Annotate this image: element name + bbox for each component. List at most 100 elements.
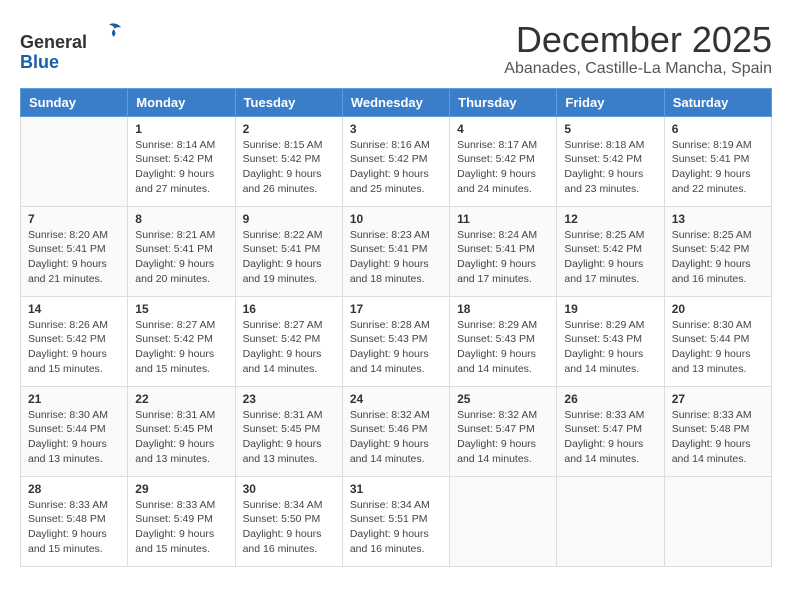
calendar-week-row: 7 Sunrise: 8:20 AM Sunset: 5:41 PM Daylig…	[21, 206, 772, 296]
calendar-week-row: 21 Sunrise: 8:30 AM Sunset: 5:44 PM Dayli…	[21, 386, 772, 476]
day-number: 3	[350, 122, 442, 136]
calendar-day-cell: 20 Sunrise: 8:30 AM Sunset: 5:44 PM Dayli…	[664, 296, 771, 386]
logo-blue: Blue	[20, 52, 59, 72]
calendar-week-row: 1Sunrise: 8:14 AM Sunset: 5:42 PM Daylig…	[21, 116, 772, 206]
day-info: Sunrise: 8:17 AM Sunset: 5:42 PM Dayligh…	[457, 138, 549, 197]
calendar-day-cell: 6 Sunrise: 8:19 AM Sunset: 5:41 PM Daylig…	[664, 116, 771, 206]
day-info: Sunrise: 8:21 AM Sunset: 5:41 PM Dayligh…	[135, 228, 227, 287]
calendar-day-cell: 18 Sunrise: 8:29 AM Sunset: 5:43 PM Dayli…	[450, 296, 557, 386]
column-header-tuesday: Tuesday	[235, 88, 342, 116]
empty-day-cell	[557, 476, 664, 566]
day-number: 8	[135, 212, 227, 226]
page-container: General Blue December 2025 Abanades, Cas…	[20, 20, 772, 567]
calendar-day-cell: 30Sunrise: 8:34 AM Sunset: 5:50 PM Dayli…	[235, 476, 342, 566]
calendar-day-cell: 14 Sunrise: 8:26 AM Sunset: 5:42 PM Dayli…	[21, 296, 128, 386]
day-number: 6	[672, 122, 764, 136]
calendar-day-cell: 16 Sunrise: 8:27 AM Sunset: 5:42 PM Dayli…	[235, 296, 342, 386]
day-number: 9	[243, 212, 335, 226]
day-info: Sunrise: 8:32 AM Sunset: 5:47 PM Dayligh…	[457, 408, 549, 467]
calendar-day-cell: 21 Sunrise: 8:30 AM Sunset: 5:44 PM Dayli…	[21, 386, 128, 476]
calendar-day-cell: 19 Sunrise: 8:29 AM Sunset: 5:43 PM Dayli…	[557, 296, 664, 386]
calendar-day-cell: 25 Sunrise: 8:32 AM Sunset: 5:47 PM Dayli…	[450, 386, 557, 476]
day-info: Sunrise: 8:30 AM Sunset: 5:44 PM Dayligh…	[28, 408, 120, 467]
day-number: 27	[672, 392, 764, 406]
day-info: Sunrise: 8:29 AM Sunset: 5:43 PM Dayligh…	[564, 318, 656, 377]
day-number: 7	[28, 212, 120, 226]
day-number: 19	[564, 302, 656, 316]
calendar-day-cell: 28 Sunrise: 8:33 AM Sunset: 5:48 PM Dayli…	[21, 476, 128, 566]
day-number: 24	[350, 392, 442, 406]
day-info: Sunrise: 8:29 AM Sunset: 5:43 PM Dayligh…	[457, 318, 549, 377]
day-number: 4	[457, 122, 549, 136]
day-info: Sunrise: 8:28 AM Sunset: 5:43 PM Dayligh…	[350, 318, 442, 377]
calendar-day-cell: 12 Sunrise: 8:25 AM Sunset: 5:42 PM Dayli…	[557, 206, 664, 296]
day-info: Sunrise: 8:33 AM Sunset: 5:48 PM Dayligh…	[672, 408, 764, 467]
day-number: 31	[350, 482, 442, 496]
day-number: 5	[564, 122, 656, 136]
calendar-day-cell: 31 Sunrise: 8:34 AM Sunset: 5:51 PM Dayli…	[342, 476, 449, 566]
day-number: 15	[135, 302, 227, 316]
day-info: Sunrise: 8:19 AM Sunset: 5:41 PM Dayligh…	[672, 138, 764, 197]
day-info: Sunrise: 8:18 AM Sunset: 5:42 PM Dayligh…	[564, 138, 656, 197]
day-number: 10	[350, 212, 442, 226]
page-subtitle: Abanades, Castille-La Mancha, Spain	[504, 60, 772, 78]
day-number: 17	[350, 302, 442, 316]
empty-day-cell	[450, 476, 557, 566]
day-number: 21	[28, 392, 120, 406]
logo-bird-icon	[95, 20, 123, 48]
calendar-day-cell: 4 Sunrise: 8:17 AM Sunset: 5:42 PM Daylig…	[450, 116, 557, 206]
day-number: 18	[457, 302, 549, 316]
calendar-day-cell: 27 Sunrise: 8:33 AM Sunset: 5:48 PM Dayli…	[664, 386, 771, 476]
logo-general: General	[20, 32, 87, 52]
calendar-header-row: SundayMondayTuesdayWednesdayThursdayFrid…	[21, 88, 772, 116]
logo-text: General	[20, 20, 123, 53]
day-info: Sunrise: 8:34 AM Sunset: 5:51 PM Dayligh…	[350, 498, 442, 557]
calendar-day-cell: 24 Sunrise: 8:32 AM Sunset: 5:46 PM Dayli…	[342, 386, 449, 476]
day-number: 16	[243, 302, 335, 316]
calendar-day-cell: 15Sunrise: 8:27 AM Sunset: 5:42 PM Dayli…	[128, 296, 235, 386]
day-info: Sunrise: 8:20 AM Sunset: 5:41 PM Dayligh…	[28, 228, 120, 287]
day-info: Sunrise: 8:33 AM Sunset: 5:47 PM Dayligh…	[564, 408, 656, 467]
calendar-day-cell: 29 Sunrise: 8:33 AM Sunset: 5:49 PM Dayli…	[128, 476, 235, 566]
day-number: 20	[672, 302, 764, 316]
day-info: Sunrise: 8:16 AM Sunset: 5:42 PM Dayligh…	[350, 138, 442, 197]
calendar-day-cell: 23Sunrise: 8:31 AM Sunset: 5:45 PM Dayli…	[235, 386, 342, 476]
day-number: 29	[135, 482, 227, 496]
day-info: Sunrise: 8:25 AM Sunset: 5:42 PM Dayligh…	[564, 228, 656, 287]
day-number: 28	[28, 482, 120, 496]
logo: General Blue	[20, 20, 123, 73]
calendar-week-row: 28 Sunrise: 8:33 AM Sunset: 5:48 PM Dayli…	[21, 476, 772, 566]
page-title: December 2025	[504, 20, 772, 60]
day-info: Sunrise: 8:34 AM Sunset: 5:50 PM Dayligh…	[243, 498, 335, 557]
day-info: Sunrise: 8:23 AM Sunset: 5:41 PM Dayligh…	[350, 228, 442, 287]
day-number: 26	[564, 392, 656, 406]
calendar-day-cell: 7 Sunrise: 8:20 AM Sunset: 5:41 PM Daylig…	[21, 206, 128, 296]
day-info: Sunrise: 8:27 AM Sunset: 5:42 PM Dayligh…	[243, 318, 335, 377]
title-area: December 2025 Abanades, Castille-La Manc…	[504, 20, 772, 78]
day-info: Sunrise: 8:15 AM Sunset: 5:42 PM Dayligh…	[243, 138, 335, 197]
column-header-wednesday: Wednesday	[342, 88, 449, 116]
day-number: 1	[135, 122, 227, 136]
calendar-week-row: 14 Sunrise: 8:26 AM Sunset: 5:42 PM Dayli…	[21, 296, 772, 386]
column-header-thursday: Thursday	[450, 88, 557, 116]
day-info: Sunrise: 8:26 AM Sunset: 5:42 PM Dayligh…	[28, 318, 120, 377]
day-number: 12	[564, 212, 656, 226]
day-info: Sunrise: 8:30 AM Sunset: 5:44 PM Dayligh…	[672, 318, 764, 377]
day-info: Sunrise: 8:33 AM Sunset: 5:49 PM Dayligh…	[135, 498, 227, 557]
day-info: Sunrise: 8:33 AM Sunset: 5:48 PM Dayligh…	[28, 498, 120, 557]
calendar-day-cell: 22Sunrise: 8:31 AM Sunset: 5:45 PM Dayli…	[128, 386, 235, 476]
calendar-day-cell: 1Sunrise: 8:14 AM Sunset: 5:42 PM Daylig…	[128, 116, 235, 206]
day-number: 23	[243, 392, 335, 406]
calendar-day-cell: 3 Sunrise: 8:16 AM Sunset: 5:42 PM Daylig…	[342, 116, 449, 206]
calendar-day-cell: 10 Sunrise: 8:23 AM Sunset: 5:41 PM Dayli…	[342, 206, 449, 296]
day-number: 25	[457, 392, 549, 406]
day-number: 14	[28, 302, 120, 316]
day-info: Sunrise: 8:24 AM Sunset: 5:41 PM Dayligh…	[457, 228, 549, 287]
empty-day-cell	[664, 476, 771, 566]
day-info: Sunrise: 8:31 AM Sunset: 5:45 PM Dayligh…	[135, 408, 227, 467]
day-info: Sunrise: 8:22 AM Sunset: 5:41 PM Dayligh…	[243, 228, 335, 287]
day-number: 13	[672, 212, 764, 226]
calendar-day-cell: 8 Sunrise: 8:21 AM Sunset: 5:41 PM Daylig…	[128, 206, 235, 296]
calendar-day-cell: 5 Sunrise: 8:18 AM Sunset: 5:42 PM Daylig…	[557, 116, 664, 206]
day-info: Sunrise: 8:32 AM Sunset: 5:46 PM Dayligh…	[350, 408, 442, 467]
